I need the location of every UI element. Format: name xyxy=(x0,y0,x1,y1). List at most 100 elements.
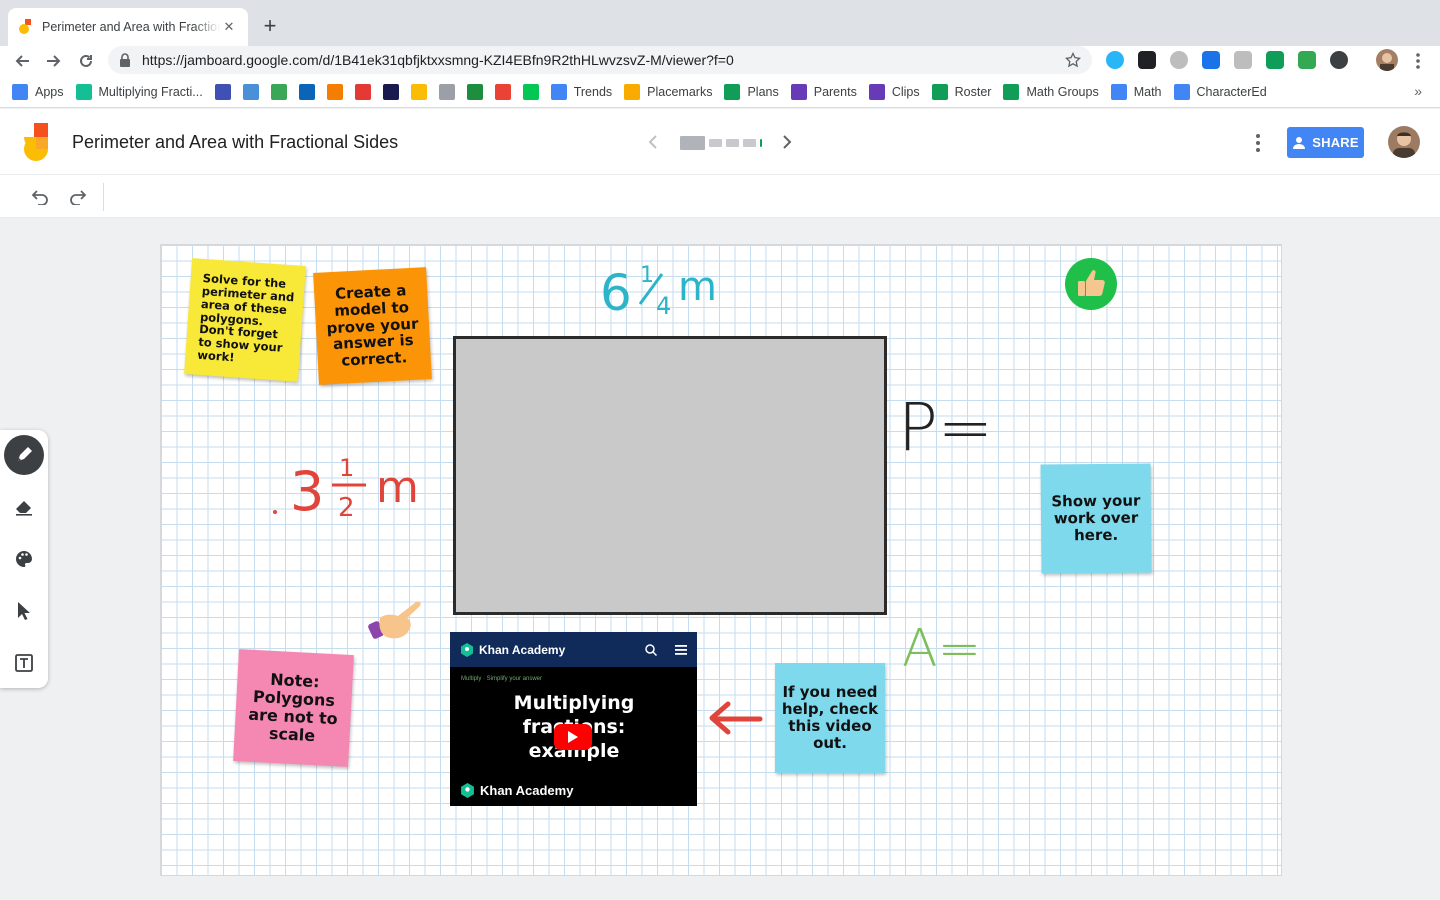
bookmark-item[interactable] xyxy=(326,80,343,104)
share-button[interactable]: SHARE xyxy=(1287,127,1364,158)
jamboard-logo-icon[interactable] xyxy=(22,123,50,161)
bookmark-item[interactable]: Multiplying Fracti... xyxy=(75,80,203,104)
youtube-play-button[interactable] xyxy=(554,724,592,750)
thumbs-up-icon[interactable] xyxy=(1065,258,1117,310)
bookmark-label: CharacterEd xyxy=(1196,84,1267,99)
bookmark-item[interactable] xyxy=(270,80,287,104)
bookmark-item[interactable] xyxy=(298,80,315,104)
docs-icon xyxy=(1173,83,1190,100)
frame-thumb[interactable] xyxy=(726,139,739,147)
area-text: A= xyxy=(902,619,981,674)
bookmark-label: Math xyxy=(1133,84,1162,99)
top-fraction-denominator: 4 xyxy=(656,292,671,320)
pointing-hand-icon[interactable] xyxy=(368,596,426,646)
bookmark-item[interactable]: CharacterEd xyxy=(1173,80,1267,104)
extension-grid-icon[interactable] xyxy=(1234,51,1252,69)
extension-ghost-icon[interactable] xyxy=(1138,51,1156,69)
document-title[interactable]: Perimeter and Area with Fractional Sides xyxy=(72,132,398,153)
sticky-note-help[interactable]: If you need help, check this video out. xyxy=(775,663,885,773)
bookmark-item[interactable] xyxy=(522,80,539,104)
bookmark-label: Apps xyxy=(35,84,64,99)
extension-puzzle-icon[interactable] xyxy=(1202,51,1220,69)
bookmark-item[interactable]: Placemarks xyxy=(624,80,712,104)
bookmark-item[interactable] xyxy=(354,80,371,104)
bookmark-item[interactable]: Trends xyxy=(550,80,612,104)
eraser-tool-button[interactable] xyxy=(4,487,44,527)
extension-cast-icon[interactable] xyxy=(1298,51,1316,69)
area-label: A= xyxy=(902,619,981,674)
bookmark-star-icon[interactable] xyxy=(1064,51,1082,69)
bookmark-item[interactable]: Roster xyxy=(931,80,992,104)
bookmark-label: Placemarks xyxy=(647,84,713,99)
sticky-note-model[interactable]: Create a model to prove your answer is c… xyxy=(313,267,432,385)
bookmarks-bar: Apps Multiplying Fracti... Trends Placemark… xyxy=(0,76,1440,108)
bookmark-item[interactable]: Math xyxy=(1110,80,1162,104)
edit-toolbar xyxy=(0,175,1440,218)
frame-thumb-current[interactable] xyxy=(680,136,705,150)
frame-thumb[interactable] xyxy=(709,139,722,147)
c-icon xyxy=(270,83,287,100)
forward-button[interactable] xyxy=(42,49,66,73)
extension-drive-icon[interactable] xyxy=(1170,51,1188,69)
color-palette-button[interactable] xyxy=(4,539,44,579)
url-input[interactable] xyxy=(142,52,1064,68)
bookmark-item[interactable] xyxy=(438,80,455,104)
undo-button[interactable] xyxy=(28,185,52,209)
browser-tab[interactable]: Perimeter and Area with Fractional Sides… xyxy=(8,8,248,46)
redo-button[interactable] xyxy=(66,185,90,209)
next-frame-button[interactable] xyxy=(776,131,798,153)
extension-screencast-icon[interactable] xyxy=(1330,51,1348,69)
channel-name: Khan Academy xyxy=(479,642,566,657)
bookmark-label: Math Groups xyxy=(1026,84,1099,99)
close-tab-icon[interactable]: ✕ xyxy=(220,18,238,36)
top-unit: m xyxy=(678,264,717,310)
reload-button[interactable] xyxy=(74,49,98,73)
frame-add-marker[interactable] xyxy=(760,139,762,147)
address-bar[interactable] xyxy=(108,46,1092,74)
bookmark-item[interactable] xyxy=(410,80,427,104)
new-tab-button[interactable]: + xyxy=(258,14,282,38)
arrow-left-icon xyxy=(15,55,29,67)
sticky-note-show-work[interactable]: Show your work over here. xyxy=(1040,463,1152,574)
bookmark-label: Roster xyxy=(954,84,992,99)
bookmark-item[interactable] xyxy=(242,80,259,104)
left-side-label: 3 1 2 m xyxy=(273,454,419,523)
text-box-tool-button[interactable] xyxy=(4,643,44,683)
back-button[interactable] xyxy=(10,49,34,73)
chevron-right-icon xyxy=(783,135,792,149)
browser-menu-button[interactable] xyxy=(1406,49,1430,73)
extension-classroom-icon[interactable] xyxy=(1266,51,1284,69)
frame-thumb[interactable] xyxy=(743,139,756,147)
sticky-note-text: Note: Polygons are not to scale xyxy=(247,669,339,746)
footer-channel-name: Khan Academy xyxy=(480,783,574,798)
more-options-button[interactable] xyxy=(1248,131,1268,155)
bookmarks-overflow-button[interactable]: » xyxy=(1414,83,1422,99)
user-avatar[interactable] xyxy=(1388,126,1420,158)
youtube-video-embed[interactable]: Khan Academy Multiply · Simplify your an… xyxy=(450,632,697,806)
pen-tool-button[interactable] xyxy=(4,435,44,475)
forms-icon xyxy=(868,83,885,100)
bookmark-label: Multiplying Fracti... xyxy=(98,84,203,99)
sticky-note-not-to-scale[interactable]: Note: Polygons are not to scale xyxy=(233,649,354,767)
text-box-icon xyxy=(15,654,33,672)
browser-profile-avatar[interactable] xyxy=(1376,49,1398,71)
bookmark-item[interactable]: Math Groups xyxy=(1003,80,1099,104)
select-tool-button[interactable] xyxy=(4,591,44,631)
bookmark-item[interactable]: Clips xyxy=(868,80,920,104)
pen-icon xyxy=(18,447,32,461)
sticky-note-instructions[interactable]: Solve for the perimeter and area of thes… xyxy=(184,258,306,382)
bookmark-item[interactable] xyxy=(382,80,399,104)
bookmark-item[interactable]: Apps xyxy=(12,80,64,104)
bookmark-item[interactable]: Plans xyxy=(724,80,779,104)
bookmark-item[interactable] xyxy=(494,80,511,104)
extension-blue-icon[interactable] xyxy=(1106,51,1124,69)
bookmark-item[interactable] xyxy=(466,80,483,104)
bookmark-item[interactable] xyxy=(214,80,231,104)
w-icon xyxy=(242,83,259,100)
frame-bar[interactable] xyxy=(680,136,762,150)
bookmark-item[interactable]: Parents xyxy=(790,80,857,104)
search-icon xyxy=(645,643,657,656)
previous-frame-button[interactable] xyxy=(642,131,664,153)
rectangle-shape[interactable] xyxy=(453,336,887,615)
browser-toolbar xyxy=(0,46,1440,76)
